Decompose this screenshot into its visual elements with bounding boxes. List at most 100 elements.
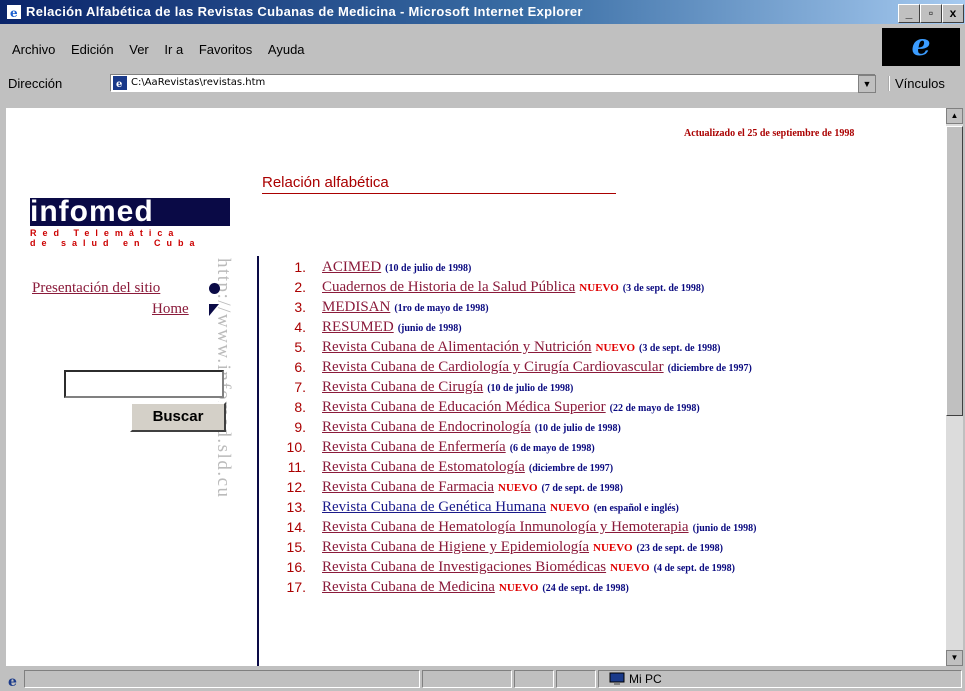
- journal-link[interactable]: Cuadernos de Historia de la Salud Públic…: [322, 279, 575, 295]
- journal-date: (diciembre de 1997): [528, 463, 614, 474]
- journal-item: 10. Revista Cubana de Enfermería (6 de may…: [276, 438, 916, 458]
- home-arrow-icon: [209, 304, 219, 316]
- journal-item: 1. ACIMED (10 de julio de 1998): [276, 258, 916, 278]
- vertical-scrollbar[interactable]: ▲ ▼: [946, 108, 963, 666]
- journal-link[interactable]: Revista Cubana de Medicina: [322, 579, 495, 595]
- maximize-button[interactable]: ▫: [920, 4, 942, 23]
- infomed-logo: infomed Red Telemática de salud en Cuba: [30, 197, 230, 250]
- journal-number: 15.: [286, 539, 306, 555]
- journal-link[interactable]: Revista Cubana de Alimentación y Nutrici…: [322, 339, 592, 355]
- scroll-thumb[interactable]: [946, 126, 963, 416]
- journal-item: 4. RESUMED (junio de 1998): [276, 318, 916, 338]
- search-input[interactable]: [64, 370, 224, 398]
- status-bar: e Mi PC: [0, 668, 965, 691]
- journal-number: 9.: [294, 419, 306, 435]
- new-badge: NUEVO: [550, 502, 590, 514]
- menu-ir-a[interactable]: Ir a: [164, 42, 183, 57]
- title-bar: e Relación Alfabética de las Revistas Cu…: [0, 0, 965, 24]
- journal-link[interactable]: RESUMED: [322, 319, 394, 335]
- journal-link[interactable]: ACIMED: [322, 259, 381, 275]
- journal-item: 5. Revista Cubana de Alimentación y Nutri…: [276, 338, 916, 358]
- new-badge: NUEVO: [579, 282, 619, 294]
- scroll-up-icon[interactable]: ▲: [946, 108, 963, 124]
- journal-link[interactable]: Revista Cubana de Cardiología y Cirugía …: [322, 359, 664, 375]
- journal-link[interactable]: Revista Cubana de Genética Humana: [322, 499, 546, 515]
- new-badge: NUEVO: [498, 482, 538, 494]
- journal-item: 17. Revista Cubana de Medicina NUEVO (24 de…: [276, 578, 916, 598]
- journal-link[interactable]: Revista Cubana de Investigaciones Bioméd…: [322, 559, 606, 575]
- new-badge: NUEVO: [610, 562, 650, 574]
- journal-item: 16. Revista Cubana de Investigaciones Bio…: [276, 558, 916, 578]
- journal-item: 6. Revista Cubana de Cardiología y Cirugí…: [276, 358, 916, 378]
- address-input[interactable]: e C:\AaRevistas\revistas.htm: [110, 74, 876, 92]
- close-button[interactable]: x: [942, 4, 964, 23]
- updated-text: Actualizado el 25 de septiembre de 1998: [684, 128, 855, 139]
- journal-number: 3.: [294, 299, 306, 315]
- svg-text:e: e: [10, 6, 18, 20]
- svg-text:e: e: [116, 79, 122, 90]
- journal-date: (10 de julio de 1998): [534, 423, 621, 434]
- journal-item: 2. Cuadernos de Historia de la Salud Públ…: [276, 278, 916, 298]
- logo-line-1: Red Telemática: [30, 228, 180, 238]
- journal-link[interactable]: Revista Cubana de Endocrinología: [322, 419, 531, 435]
- journal-item: 7. Revista Cubana de Cirugía (10 de julio …: [276, 378, 916, 398]
- journal-link[interactable]: Revista Cubana de Enfermería: [322, 439, 506, 455]
- journal-number: 2.: [294, 279, 306, 295]
- journal-date: (3 de sept. de 1998): [639, 343, 721, 354]
- journal-link[interactable]: Revista Cubana de Educación Médica Super…: [322, 399, 606, 415]
- minimize-button[interactable]: _: [898, 4, 920, 23]
- menu-archivo[interactable]: Archivo: [12, 42, 55, 57]
- journal-date: (23 de sept. de 1998): [636, 543, 723, 554]
- logo-title: infomed: [30, 197, 230, 227]
- journal-date: (1ro de mayo de 1998): [394, 303, 489, 314]
- journal-item: 11. Revista Cubana de Estomatología (dicie…: [276, 458, 916, 478]
- menu-favoritos[interactable]: Favoritos: [199, 42, 252, 57]
- journal-link[interactable]: Revista Cubana de Higiene y Epidemiologí…: [322, 539, 589, 555]
- journal-date: (6 de mayo de 1998): [509, 443, 595, 454]
- journal-number: 13.: [286, 499, 306, 515]
- ie-page-icon: e: [7, 5, 21, 20]
- journal-link[interactable]: Revista Cubana de Hematología Inmunologí…: [322, 519, 689, 535]
- journal-date: (3 de sept. de 1998): [622, 283, 705, 294]
- bullet-icon: [209, 283, 220, 294]
- journal-link[interactable]: Revista Cubana de Cirugía: [322, 379, 483, 395]
- journal-link[interactable]: MEDISAN: [322, 299, 390, 315]
- side-url-watermark: http://www.infomed.sld.cu: [213, 258, 252, 608]
- journal-number: 6.: [294, 359, 306, 375]
- journal-item: 12. Revista Cubana de Farmacia NUEVO (7 de …: [276, 478, 916, 498]
- journal-number: 1.: [294, 259, 306, 275]
- journal-date: (10 de julio de 1998): [487, 383, 574, 394]
- journal-date: (24 de sept. de 1998): [542, 583, 629, 594]
- home-link[interactable]: Home: [152, 301, 189, 318]
- menu-ver[interactable]: Ver: [129, 42, 149, 57]
- address-label: Dirección: [8, 76, 63, 91]
- status-message: [24, 670, 420, 688]
- journal-link[interactable]: Revista Cubana de Farmacia: [322, 479, 494, 495]
- presentation-link[interactable]: Presentación del sitio: [32, 280, 160, 297]
- search-button[interactable]: Buscar: [130, 402, 226, 432]
- journal-item: 13. Revista Cubana de Genética Humana NUEV…: [276, 498, 916, 518]
- journal-date: (22 de mayo de 1998): [609, 403, 700, 414]
- new-badge: NUEVO: [498, 582, 539, 594]
- journal-number: 5.: [294, 339, 306, 355]
- journal-item: 15. Revista Cubana de Higiene y Epidemiol…: [276, 538, 916, 558]
- menu-ayuda[interactable]: Ayuda: [268, 42, 305, 57]
- journal-date: (7 de sept. de 1998): [541, 483, 623, 494]
- logo-line-2: de salud en Cuba: [30, 238, 201, 248]
- journal-date: (en español e inglés): [593, 503, 679, 514]
- svg-text:e: e: [8, 674, 17, 688]
- window-title: Relación Alfabética de las Revistas Cuba…: [26, 4, 583, 19]
- status-cell-2: [514, 670, 554, 688]
- journal-number: 11.: [287, 459, 306, 475]
- journal-link[interactable]: Revista Cubana de Estomatología: [322, 459, 525, 475]
- journal-item: 8. Revista Cubana de Educación Médica Sup…: [276, 398, 916, 418]
- journal-item: 9. Revista Cubana de Endocrinología (10 de…: [276, 418, 916, 438]
- new-badge: NUEVO: [595, 342, 636, 354]
- links-button[interactable]: Vínculos: [888, 76, 945, 91]
- address-dropdown-icon[interactable]: ▼: [858, 75, 876, 93]
- scroll-down-icon[interactable]: ▼: [946, 650, 963, 666]
- journal-date: (diciembre de 1997): [667, 363, 752, 374]
- journal-item: 14. Revista Cubana de Hematología Inmunol…: [276, 518, 916, 538]
- journal-number: 10.: [286, 439, 306, 455]
- menu-edicion[interactable]: Edición: [71, 42, 114, 57]
